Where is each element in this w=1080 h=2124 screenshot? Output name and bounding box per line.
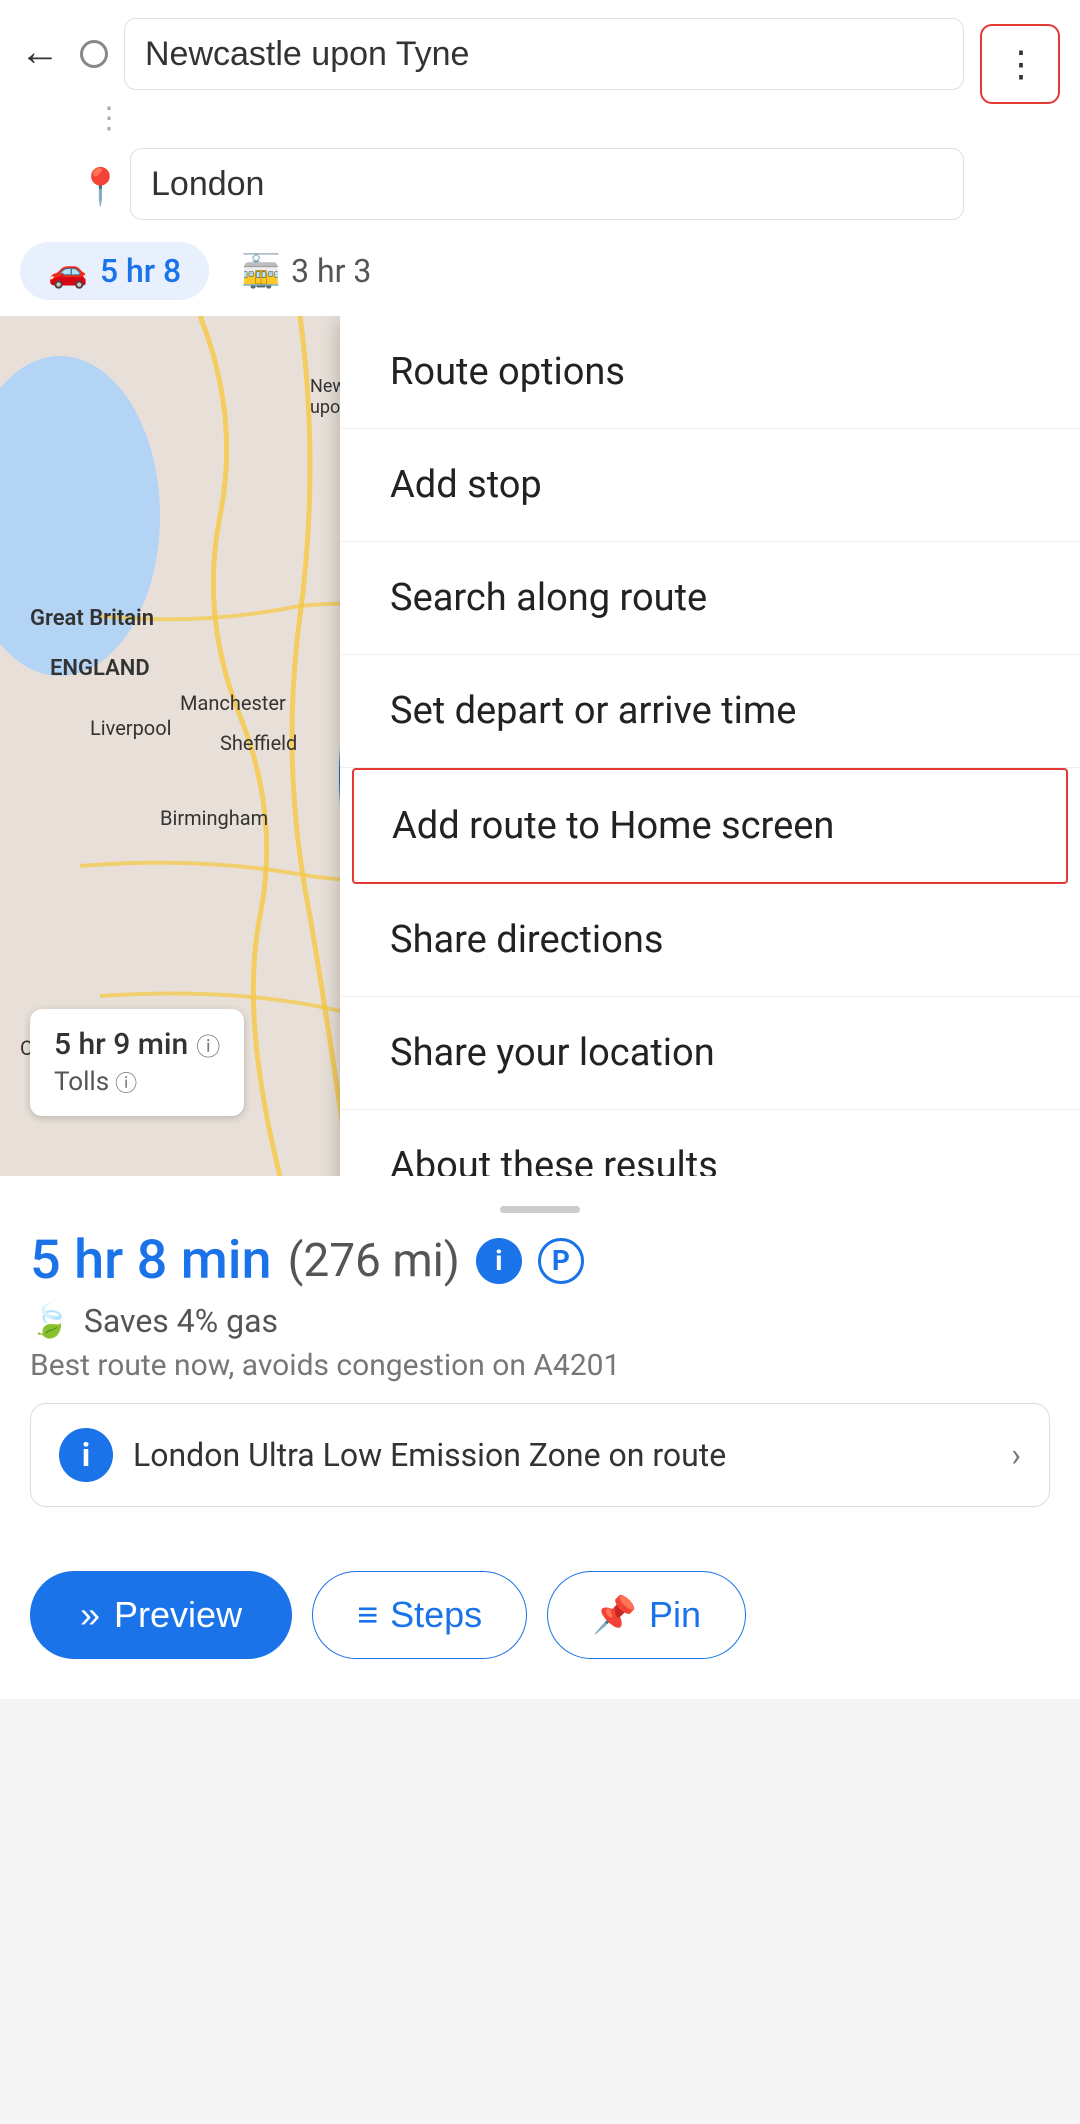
preview-button[interactable]: » Preview [30,1571,292,1659]
dropdown-item-share-location[interactable]: Share your location [340,997,1080,1110]
dropdown-item-add-route-home[interactable]: Add route to Home screen [352,768,1068,884]
header: ← ⋮ 📍 ⋮ [0,0,1080,230]
steps-lines-icon: ≡ [357,1594,378,1636]
route-info-time: 5 hr 9 min ⓘ [54,1027,220,1062]
dropdown-item-route-options[interactable]: Route options [340,316,1080,429]
steps-button[interactable]: ≡ Steps [312,1571,527,1659]
tolls-info-icon[interactable]: ⓘ [115,1066,137,1098]
emission-zone-box[interactable]: i London Ultra Low Emission Zone on rout… [30,1403,1050,1507]
route-info-icon[interactable]: ⓘ [196,1027,220,1062]
map-label-birmingham: Birmingham [160,806,268,830]
best-route-text: Best route now, avoids congestion on A42… [30,1348,1050,1383]
transport-tabs: 🚗 5 hr 8 🚋 3 hr 3 [0,230,1080,316]
map-label-sheffield: Sheffield [220,731,297,755]
tolls-text: Tolls [54,1067,109,1097]
action-buttons: » Preview ≡ Steps 📌 Pin [0,1551,1080,1699]
map-container: 📷 Great Britain ENGLAND Liverpool Manche… [0,316,1080,1176]
route-vertical-dots: ⋮ [94,100,126,138]
transit-icon: 🚋 [241,252,281,290]
route-total-time: 5 hr 8 min [30,1229,272,1292]
origin-row [76,18,964,90]
origin-input[interactable] [124,18,964,90]
eco-row: 🍃 Saves 4% gas [30,1302,1050,1340]
pin-label: Pin [649,1594,701,1636]
info-i-icon: i [495,1244,502,1277]
steps-label: Steps [390,1594,482,1636]
parking-p-icon: P [552,1244,570,1277]
eco-leaf-icon: 🍃 [30,1302,70,1340]
route-inputs: ⋮ 📍 [76,18,964,220]
transit-duration: 3 hr 3 [291,252,371,290]
dropdown-item-add-stop[interactable]: Add stop [340,429,1080,542]
route-total-distance: (276 mi) [288,1234,460,1288]
emission-text: London Ultra Low Emission Zone on route [133,1436,991,1474]
dropdown-menu: Route options Add stop Search along rout… [340,316,1080,1176]
dropdown-item-set-depart[interactable]: Set depart or arrive time [340,655,1080,768]
dropdown-item-search-along-route[interactable]: Search along route [340,542,1080,655]
dropdown-item-about-results[interactable]: About these results [340,1110,1080,1176]
eco-text: Saves 4% gas [84,1302,278,1340]
dropdown-item-share-directions[interactable]: Share directions [340,884,1080,997]
origin-dot-icon [80,40,108,68]
map-label-liverpool: Liverpool [90,716,171,740]
tab-transit[interactable]: 🚋 3 hr 3 [225,242,387,300]
map-label-great-britain: Great Britain [30,606,154,631]
emission-chevron-icon: › [1011,1436,1021,1474]
tab-car[interactable]: 🚗 5 hr 8 [20,242,209,300]
pin-icon: 📌 [592,1594,637,1636]
map-label-england: ENGLAND [50,656,150,681]
bottom-panel: 5 hr 8 min (276 mi) i P 🍃 Saves 4% gas B… [0,1176,1080,1551]
preview-label: Preview [114,1594,242,1636]
car-duration: 5 hr 8 [100,252,181,290]
map-label-manchester: Manchester [180,691,286,715]
drag-handle [500,1206,580,1213]
back-button[interactable]: ← [20,32,60,72]
destination-pin-icon: 📍 [78,166,114,202]
destination-row: 📍 [76,148,964,220]
pin-button[interactable]: 📌 Pin [547,1571,746,1659]
emission-info-icon: i [59,1428,113,1482]
route-info-box: 5 hr 9 min ⓘ Tolls ⓘ [30,1009,244,1116]
route-time-text: 5 hr 9 min [54,1027,188,1062]
destination-input[interactable] [130,148,964,220]
car-icon: 🚗 [48,252,88,290]
preview-arrows-icon: » [80,1594,100,1636]
more-options-button[interactable]: ⋮ [980,24,1060,104]
route-main-info: 5 hr 8 min (276 mi) i P [30,1229,1050,1292]
three-dots-icon: ⋮ [1003,43,1037,85]
emission-i-icon: i [82,1436,90,1474]
parking-icon-btn[interactable]: P [538,1238,584,1284]
route-info-icon-btn[interactable]: i [476,1238,522,1284]
route-tolls-row: Tolls ⓘ [54,1066,220,1098]
